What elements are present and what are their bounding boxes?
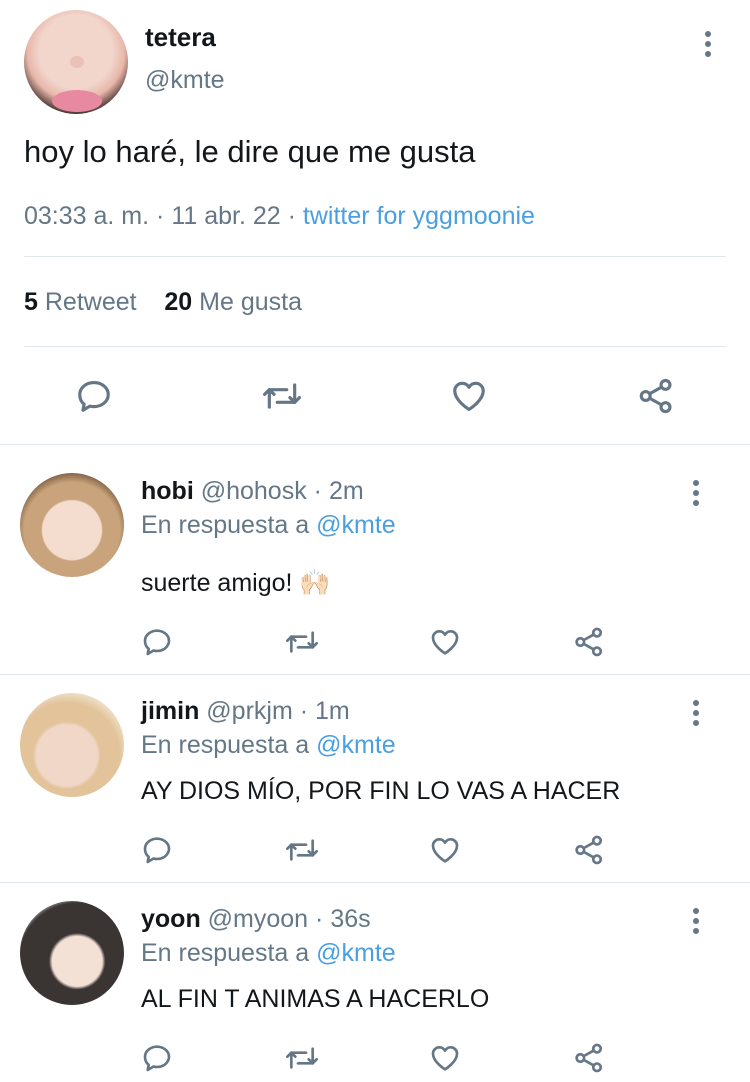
reply-text: suerte amigo! 🙌🏻 [141, 569, 331, 597]
retweets-count: 5 [24, 288, 38, 316]
reply-tweet[interactable]: yoon @myoon · 36s En respuesta a @kmte A… [0, 882, 750, 1082]
tweet-time: 2m [328, 477, 364, 505]
share-icon [575, 1043, 603, 1073]
reply-header: jimin @prkjm · 1m [141, 697, 350, 726]
more-options-icon[interactable] [696, 26, 720, 62]
mention-link[interactable]: @kmte [316, 731, 396, 759]
like-button[interactable] [427, 625, 463, 659]
like-button[interactable] [447, 374, 491, 418]
meta-separator: · [299, 697, 309, 725]
likes-count: 20 [164, 288, 193, 316]
tweet-source-link[interactable]: twitter for yggmoonie [303, 202, 535, 230]
reply-to-line: En respuesta a @kmte [141, 731, 396, 760]
avatar[interactable] [20, 901, 124, 1005]
meta-separator: · [156, 202, 165, 230]
author-handle[interactable]: @hohosk [201, 477, 307, 505]
share-button[interactable] [571, 833, 607, 867]
likes-stat[interactable]: 20 Me gusta [164, 288, 302, 316]
more-options-icon[interactable] [684, 695, 708, 731]
reply-to-line: En respuesta a @kmte [141, 511, 396, 540]
retweet-icon [263, 383, 301, 409]
likes-label: Me gusta [199, 288, 302, 316]
reply-to-label: En respuesta a [141, 731, 310, 759]
divider [24, 256, 726, 257]
tweet-meta: 03:33 a. m. · 11 abr. 22 · twitter for y… [24, 202, 535, 231]
tweet-text: hoy lo haré, le dire que me gusta [24, 134, 476, 169]
reply-header: hobi @hohosk · 2m [141, 477, 364, 506]
retweet-button[interactable] [258, 374, 306, 418]
reply-header: yoon @myoon · 36s [141, 905, 371, 934]
author-name[interactable]: tetera [145, 22, 216, 53]
tweet-time: 03:33 a. m. [24, 202, 150, 230]
share-icon [575, 835, 603, 865]
retweet-button[interactable] [282, 833, 322, 867]
meta-separator: · [313, 477, 322, 505]
mention-link[interactable]: @kmte [316, 939, 396, 967]
reply-to-label: En respuesta a [141, 511, 310, 539]
like-button[interactable] [427, 1041, 463, 1075]
share-button[interactable] [634, 374, 678, 418]
retweet-icon [286, 1047, 318, 1069]
reply-button[interactable] [139, 1041, 175, 1075]
retweet-icon [286, 631, 318, 653]
author-handle[interactable]: @kmte [145, 66, 225, 95]
tweet-time: 36s [330, 905, 371, 933]
reply-to-line: En respuesta a @kmte [141, 939, 396, 968]
reply-button[interactable] [72, 374, 116, 418]
reply-icon [143, 1045, 171, 1072]
divider [24, 346, 726, 347]
avatar-nose [70, 56, 84, 68]
tweet-date: 11 abr. 22 [171, 202, 281, 230]
like-button[interactable] [427, 833, 463, 867]
retweets-stat[interactable]: 5 Retweet [24, 288, 137, 316]
like-icon [431, 1046, 459, 1071]
reply-tweet[interactable]: jimin @prkjm · 1m En respuesta a @kmte A… [0, 674, 750, 884]
main-tweet: tetera @kmte hoy lo haré, le dire que me… [0, 0, 750, 444]
like-icon [431, 630, 459, 655]
retweets-label: Retweet [44, 288, 137, 316]
meta-separator: · [315, 905, 324, 933]
reply-text: AY DIOS MÍO, POR FIN LO VAS A HACER [141, 777, 621, 805]
author-name[interactable]: jimin [141, 697, 199, 725]
share-button[interactable] [571, 625, 607, 659]
reply-tweet[interactable]: hobi @hohosk · 2m En respuesta a @kmte s… [0, 444, 750, 674]
reply-to-label: En respuesta a [141, 939, 310, 967]
author-handle[interactable]: @prkjm [206, 697, 293, 725]
tweet-time: 1m [315, 697, 350, 725]
retweet-button[interactable] [282, 625, 322, 659]
avatar[interactable] [24, 10, 128, 114]
author-handle[interactable]: @myoon [208, 905, 308, 933]
like-icon [453, 381, 485, 412]
retweet-button[interactable] [282, 1041, 322, 1075]
avatar[interactable] [20, 693, 124, 797]
reply-button[interactable] [139, 625, 175, 659]
avatar[interactable] [20, 473, 124, 577]
share-icon [575, 627, 603, 657]
reply-icon [143, 837, 171, 864]
reply-button[interactable] [139, 833, 175, 867]
author-name[interactable]: yoon [141, 905, 201, 933]
more-options-icon[interactable] [684, 475, 708, 511]
author-name[interactable]: hobi [141, 477, 194, 505]
retweet-icon [286, 839, 318, 861]
meta-separator: · [287, 202, 296, 230]
mention-link[interactable]: @kmte [316, 511, 396, 539]
share-button[interactable] [571, 1041, 607, 1075]
reply-icon [78, 380, 110, 412]
tweet-stats: 5 Retweet 20 Me gusta [24, 288, 302, 317]
avatar-lips [52, 90, 102, 112]
reply-icon [143, 629, 171, 656]
reply-text: AL FIN T ANIMAS A HACERLO [141, 985, 490, 1013]
like-icon [431, 838, 459, 863]
share-icon [639, 378, 672, 414]
more-options-icon[interactable] [684, 903, 708, 939]
